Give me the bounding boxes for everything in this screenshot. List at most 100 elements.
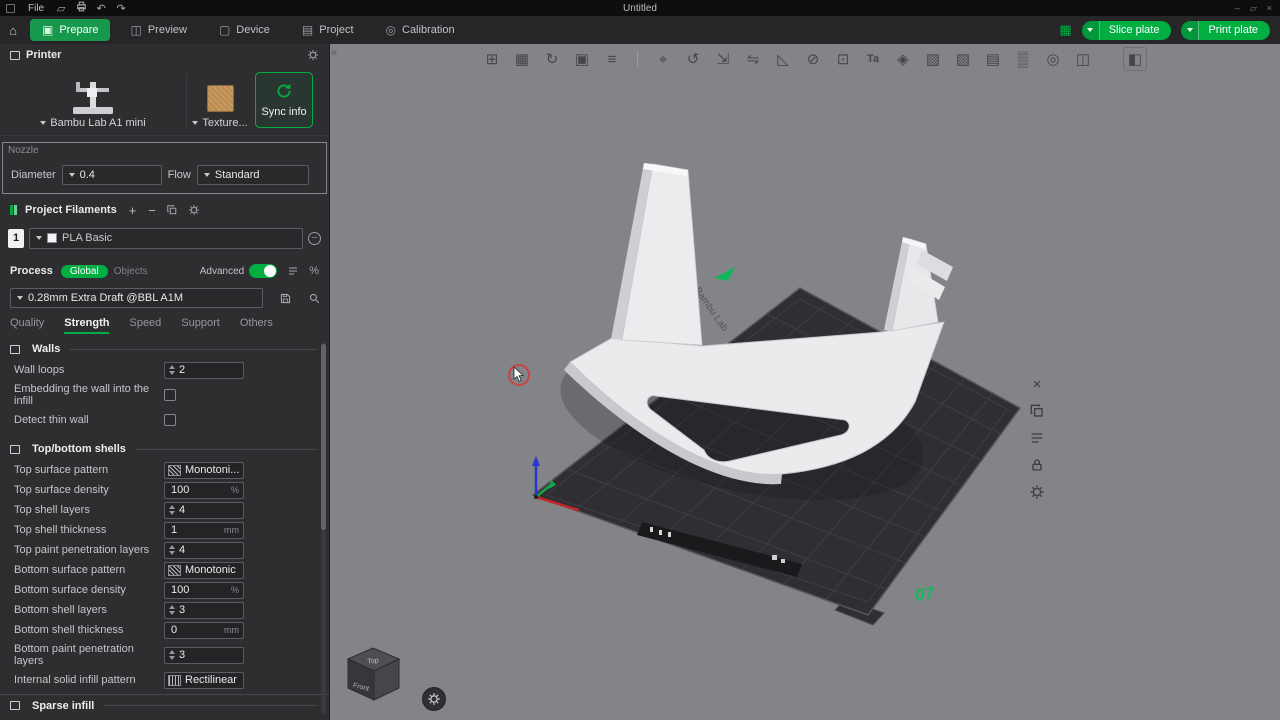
tab-prepare[interactable]: ▣ Prepare [30, 19, 110, 41]
add-filament-button[interactable]: + [129, 203, 137, 218]
filaments-section-header: Project Filaments + − [0, 199, 329, 221]
open-project-icon[interactable]: ▱ [51, 2, 71, 15]
print-options-chevron-icon[interactable] [1181, 21, 1199, 40]
slice-options-chevron-icon[interactable] [1082, 21, 1100, 40]
toolbar-add-object-icon[interactable]: ⊞ [480, 47, 504, 71]
plate-duplicate-icon[interactable] [1024, 399, 1050, 423]
internal-solid-infill-select[interactable]: Rectilinear [164, 672, 244, 689]
top-shell-thickness-input[interactable]: 1 mm [164, 522, 244, 539]
embed-wall-checkbox[interactable] [164, 389, 176, 401]
restore-icon[interactable]: ▱ [1250, 3, 1257, 14]
scope-objects-label[interactable]: Objects [114, 266, 148, 277]
stepper-arrows-icon[interactable] [169, 365, 175, 375]
toolbar-color-paint-icon[interactable]: ▨ [921, 47, 945, 71]
file-menu[interactable]: File [21, 0, 51, 16]
toolbar-variable-layer-height-icon[interactable]: ▤ [981, 47, 1005, 71]
process-menu-icon[interactable] [287, 265, 299, 277]
toolbar-mirror-icon[interactable]: ⇋ [741, 47, 765, 71]
redo-icon[interactable]: ↷ [111, 2, 131, 15]
scrollbar-thumb[interactable] [321, 344, 326, 530]
delete-filament-icon[interactable]: – [308, 232, 321, 245]
scene-canvas[interactable]: Bambu Lab 07 [330, 44, 1280, 720]
toolbar-arrange-icon[interactable]: ▣ [570, 47, 594, 71]
plate-delete-icon[interactable]: × [1024, 372, 1050, 396]
stepper-arrows-icon[interactable] [169, 650, 175, 660]
top-surface-density-input[interactable]: 100 % [164, 482, 244, 499]
bottom-shell-thickness-input[interactable]: 0 mm [164, 622, 244, 639]
filament-select[interactable]: PLA Basic [29, 228, 303, 249]
bottom-paint-penetration-stepper[interactable]: 3 [164, 647, 244, 664]
toolbar-measure-icon[interactable]: ◎ [1041, 47, 1065, 71]
tab-preview-label: Preview [148, 24, 187, 36]
sync-info-button[interactable]: Sync info [255, 72, 313, 128]
undo-icon[interactable]: ↶ [91, 2, 111, 15]
slice-plate-button[interactable]: Slice plate [1082, 21, 1172, 40]
nozzle-flow-select[interactable]: Standard [197, 165, 309, 185]
filament-sync-icon[interactable] [166, 204, 178, 216]
tab-project[interactable]: ▤ Project [290, 19, 366, 41]
bottom-surface-pattern-select[interactable]: Monotonic [164, 562, 244, 579]
home-icon[interactable]: ⌂ [0, 23, 26, 38]
stepper-arrows-icon[interactable] [169, 605, 175, 615]
plate-grid-icon[interactable]: ▦ [1059, 22, 1071, 38]
tab-speed[interactable]: Speed [129, 317, 161, 334]
print-plate-button[interactable]: Print plate [1181, 21, 1270, 40]
wall-loops-stepper[interactable]: 2 [164, 362, 244, 379]
printer-selector[interactable]: Bambu Lab A1 mini [0, 66, 186, 135]
toolbar-support-paint-icon[interactable]: ▧ [951, 47, 975, 71]
toolbar-text-icon[interactable]: Ta [861, 47, 885, 71]
tab-support[interactable]: Support [181, 317, 220, 334]
process-compare-icon[interactable]: % [309, 265, 319, 277]
toolbar-seam-paint-icon[interactable]: ◈ [891, 47, 915, 71]
bottom-surface-density-input[interactable]: 100 % [164, 582, 244, 599]
toolbar-lay-on-face-icon[interactable]: ◺ [771, 47, 795, 71]
toolbar-fuzzy-skin-icon[interactable]: ▒ [1011, 47, 1035, 71]
top-paint-penetration-stepper[interactable]: 4 [164, 542, 244, 559]
save-preset-icon[interactable] [279, 292, 292, 305]
search-preset-icon[interactable] [308, 292, 321, 305]
tab-strength[interactable]: Strength [64, 317, 109, 334]
viewport-3d[interactable]: Bambu Lab 07 [330, 44, 1280, 720]
nozzle-diameter-select[interactable]: 0.4 [62, 165, 162, 185]
detect-thin-wall-checkbox[interactable] [164, 414, 176, 426]
scope-global-pill[interactable]: Global [61, 265, 108, 278]
minimize-icon[interactable]: – [1235, 3, 1240, 14]
toolbar-wipe-tower-icon[interactable]: ◫ [1071, 47, 1095, 71]
toolbar-scale-icon[interactable]: ⇲ [711, 47, 735, 71]
toolbar-rotate-icon[interactable]: ↺ [681, 47, 705, 71]
toolbar-assembly-view-icon[interactable]: ◧ [1123, 47, 1147, 71]
remove-filament-button[interactable]: − [148, 203, 156, 218]
process-preset-select[interactable]: 0.28mm Extra Draft @BBL A1M [10, 288, 263, 308]
toolbar-clone-icon[interactable]: ⊡ [831, 47, 855, 71]
nav-cube[interactable]: Top Front [348, 648, 399, 700]
tab-device[interactable]: ▢ Device [207, 19, 282, 41]
toolbar-cut-icon[interactable]: ⊘ [801, 47, 825, 71]
plate-lock-icon[interactable] [1024, 453, 1050, 477]
toolbar-auto-orient-icon[interactable]: ↻ [540, 47, 564, 71]
advanced-toggle[interactable] [249, 264, 277, 278]
printer-icon[interactable] [71, 0, 91, 16]
plate-name-gear-icon[interactable] [1024, 480, 1050, 504]
toolbar-split-model-icon[interactable]: ≡ [600, 47, 624, 71]
top-shell-layers-stepper[interactable]: 4 [164, 502, 244, 519]
stepper-arrows-icon[interactable] [169, 545, 175, 555]
tab-calibration[interactable]: ◎ Calibration [374, 19, 467, 41]
toolbar-move-icon[interactable]: ⌖ [651, 47, 675, 71]
printer-settings-gear-icon[interactable] [307, 49, 319, 61]
bottom-shell-layers-stepper[interactable]: 3 [164, 602, 244, 619]
plate-type-selector[interactable]: Texture... [187, 66, 253, 135]
close-icon[interactable]: × [1267, 3, 1272, 14]
view-settings-gear-button[interactable] [422, 687, 446, 711]
tab-others[interactable]: Others [240, 317, 273, 334]
filament-slot-badge[interactable]: 1 [8, 229, 24, 248]
project-icon: ▤ [302, 23, 313, 37]
settings-scrollbar[interactable] [321, 342, 326, 714]
plate-settings-icon[interactable] [1024, 426, 1050, 450]
filament-settings-gear-icon[interactable] [188, 204, 200, 216]
top-surface-pattern-select[interactable]: Monotoni... [164, 462, 244, 479]
tab-quality[interactable]: Quality [10, 317, 44, 334]
tab-preview[interactable]: ◫ Preview [118, 19, 198, 41]
toolbar-add-plate-icon[interactable]: ▦ [510, 47, 534, 71]
stepper-arrows-icon[interactable] [169, 505, 175, 515]
collapse-sidebar-icon[interactable]: « [331, 47, 337, 59]
